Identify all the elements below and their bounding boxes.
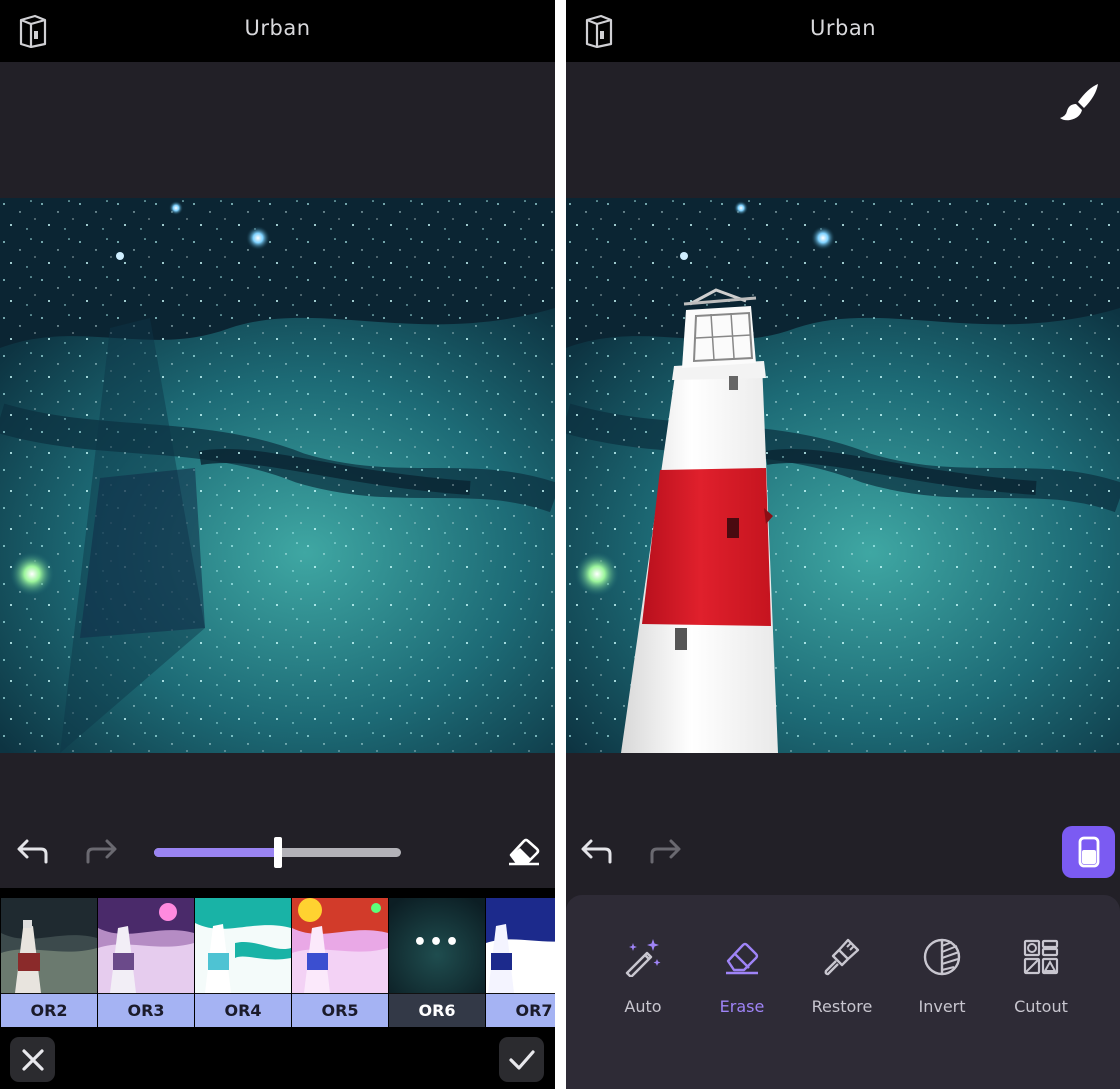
eraser-icon [509, 838, 540, 866]
filter-label: OR6 [389, 994, 485, 1027]
tool-restore[interactable]: Restore [794, 937, 890, 1017]
page-title: Urban [244, 16, 311, 40]
cancel-button[interactable] [10, 1037, 55, 1082]
tool-label: Invert [918, 997, 966, 1016]
brush-icon [824, 938, 860, 976]
filter-thumbnail [195, 898, 291, 993]
magic-wand-icon [625, 939, 661, 979]
filter-item[interactable]: OR7 [486, 898, 555, 1027]
page-title: Urban [809, 16, 876, 40]
tool-auto[interactable]: Auto [595, 937, 691, 1017]
filter-item[interactable]: OR2 [1, 898, 97, 1027]
invert-icon [923, 938, 961, 976]
filter-label: OR2 [1, 994, 97, 1027]
top-bar: Urban [566, 0, 1120, 62]
tools-panel: Auto Erase Restore Invert Cutout [566, 895, 1120, 1089]
filter-thumbnail [1, 898, 97, 993]
paint-brush-icon [1060, 84, 1098, 121]
undo-icon [581, 839, 612, 864]
mask-toggle-button[interactable] [1062, 826, 1115, 878]
edit-controls [0, 826, 555, 878]
filter-thumbnail [98, 898, 194, 993]
more-options-icon: ••• [412, 930, 462, 955]
eraser-icon [726, 942, 759, 975]
filter-label: OR7 [486, 994, 555, 1027]
tool-erase[interactable]: Erase [694, 937, 790, 1017]
cutout-grid-icon [1023, 939, 1059, 975]
tool-cutout[interactable]: Cutout [993, 937, 1089, 1017]
photo-canvas[interactable] [566, 198, 1120, 753]
tool-label: Erase [719, 997, 765, 1016]
tool-invert[interactable]: Invert [894, 937, 990, 1017]
redo-icon [86, 839, 117, 864]
confirm-button[interactable] [499, 1037, 544, 1082]
top-bar: Urban [0, 0, 555, 62]
tool-label: Cutout [1014, 997, 1068, 1016]
redo-button[interactable] [82, 832, 122, 872]
filter-label: OR3 [98, 994, 194, 1027]
brush-settings-button[interactable] [1058, 82, 1102, 124]
close-icon [21, 1048, 44, 1071]
opacity-slider[interactable] [154, 837, 401, 868]
mask-icon [1078, 836, 1099, 868]
right-screen: Urban Auto Erase Restore Invert Cutout [566, 0, 1120, 1089]
photo-canvas[interactable] [0, 198, 555, 753]
filter-item[interactable]: OR3 [98, 898, 194, 1027]
filter-item-selected[interactable]: ••• OR6 [389, 898, 485, 1027]
undo-button[interactable] [12, 832, 52, 872]
bottom-bar [0, 1030, 555, 1089]
edit-controls [566, 826, 1120, 878]
filter-strip: OR2 OR3 OR4 OR5 ••• OR6 OR7 [0, 888, 555, 1030]
tool-label: Auto [624, 997, 662, 1016]
redo-button[interactable] [646, 832, 686, 872]
filter-item[interactable]: OR4 [195, 898, 291, 1027]
filter-item[interactable]: OR5 [292, 898, 388, 1027]
redo-icon [650, 839, 681, 864]
eraser-button[interactable] [504, 831, 544, 871]
checkmark-icon [508, 1049, 535, 1070]
slider-thumb[interactable] [273, 837, 282, 868]
slider-fill [154, 848, 278, 857]
undo-icon [17, 839, 48, 864]
filter-thumbnail [292, 898, 388, 993]
filter-thumbnail [486, 898, 555, 993]
left-screen: Urban OR2 OR3 OR4 OR5 ••• OR6 OR7 [0, 0, 555, 1089]
undo-button[interactable] [576, 832, 616, 872]
tool-label: Restore [811, 997, 873, 1016]
filter-label: OR4 [195, 994, 291, 1027]
filter-label: OR5 [292, 994, 388, 1027]
